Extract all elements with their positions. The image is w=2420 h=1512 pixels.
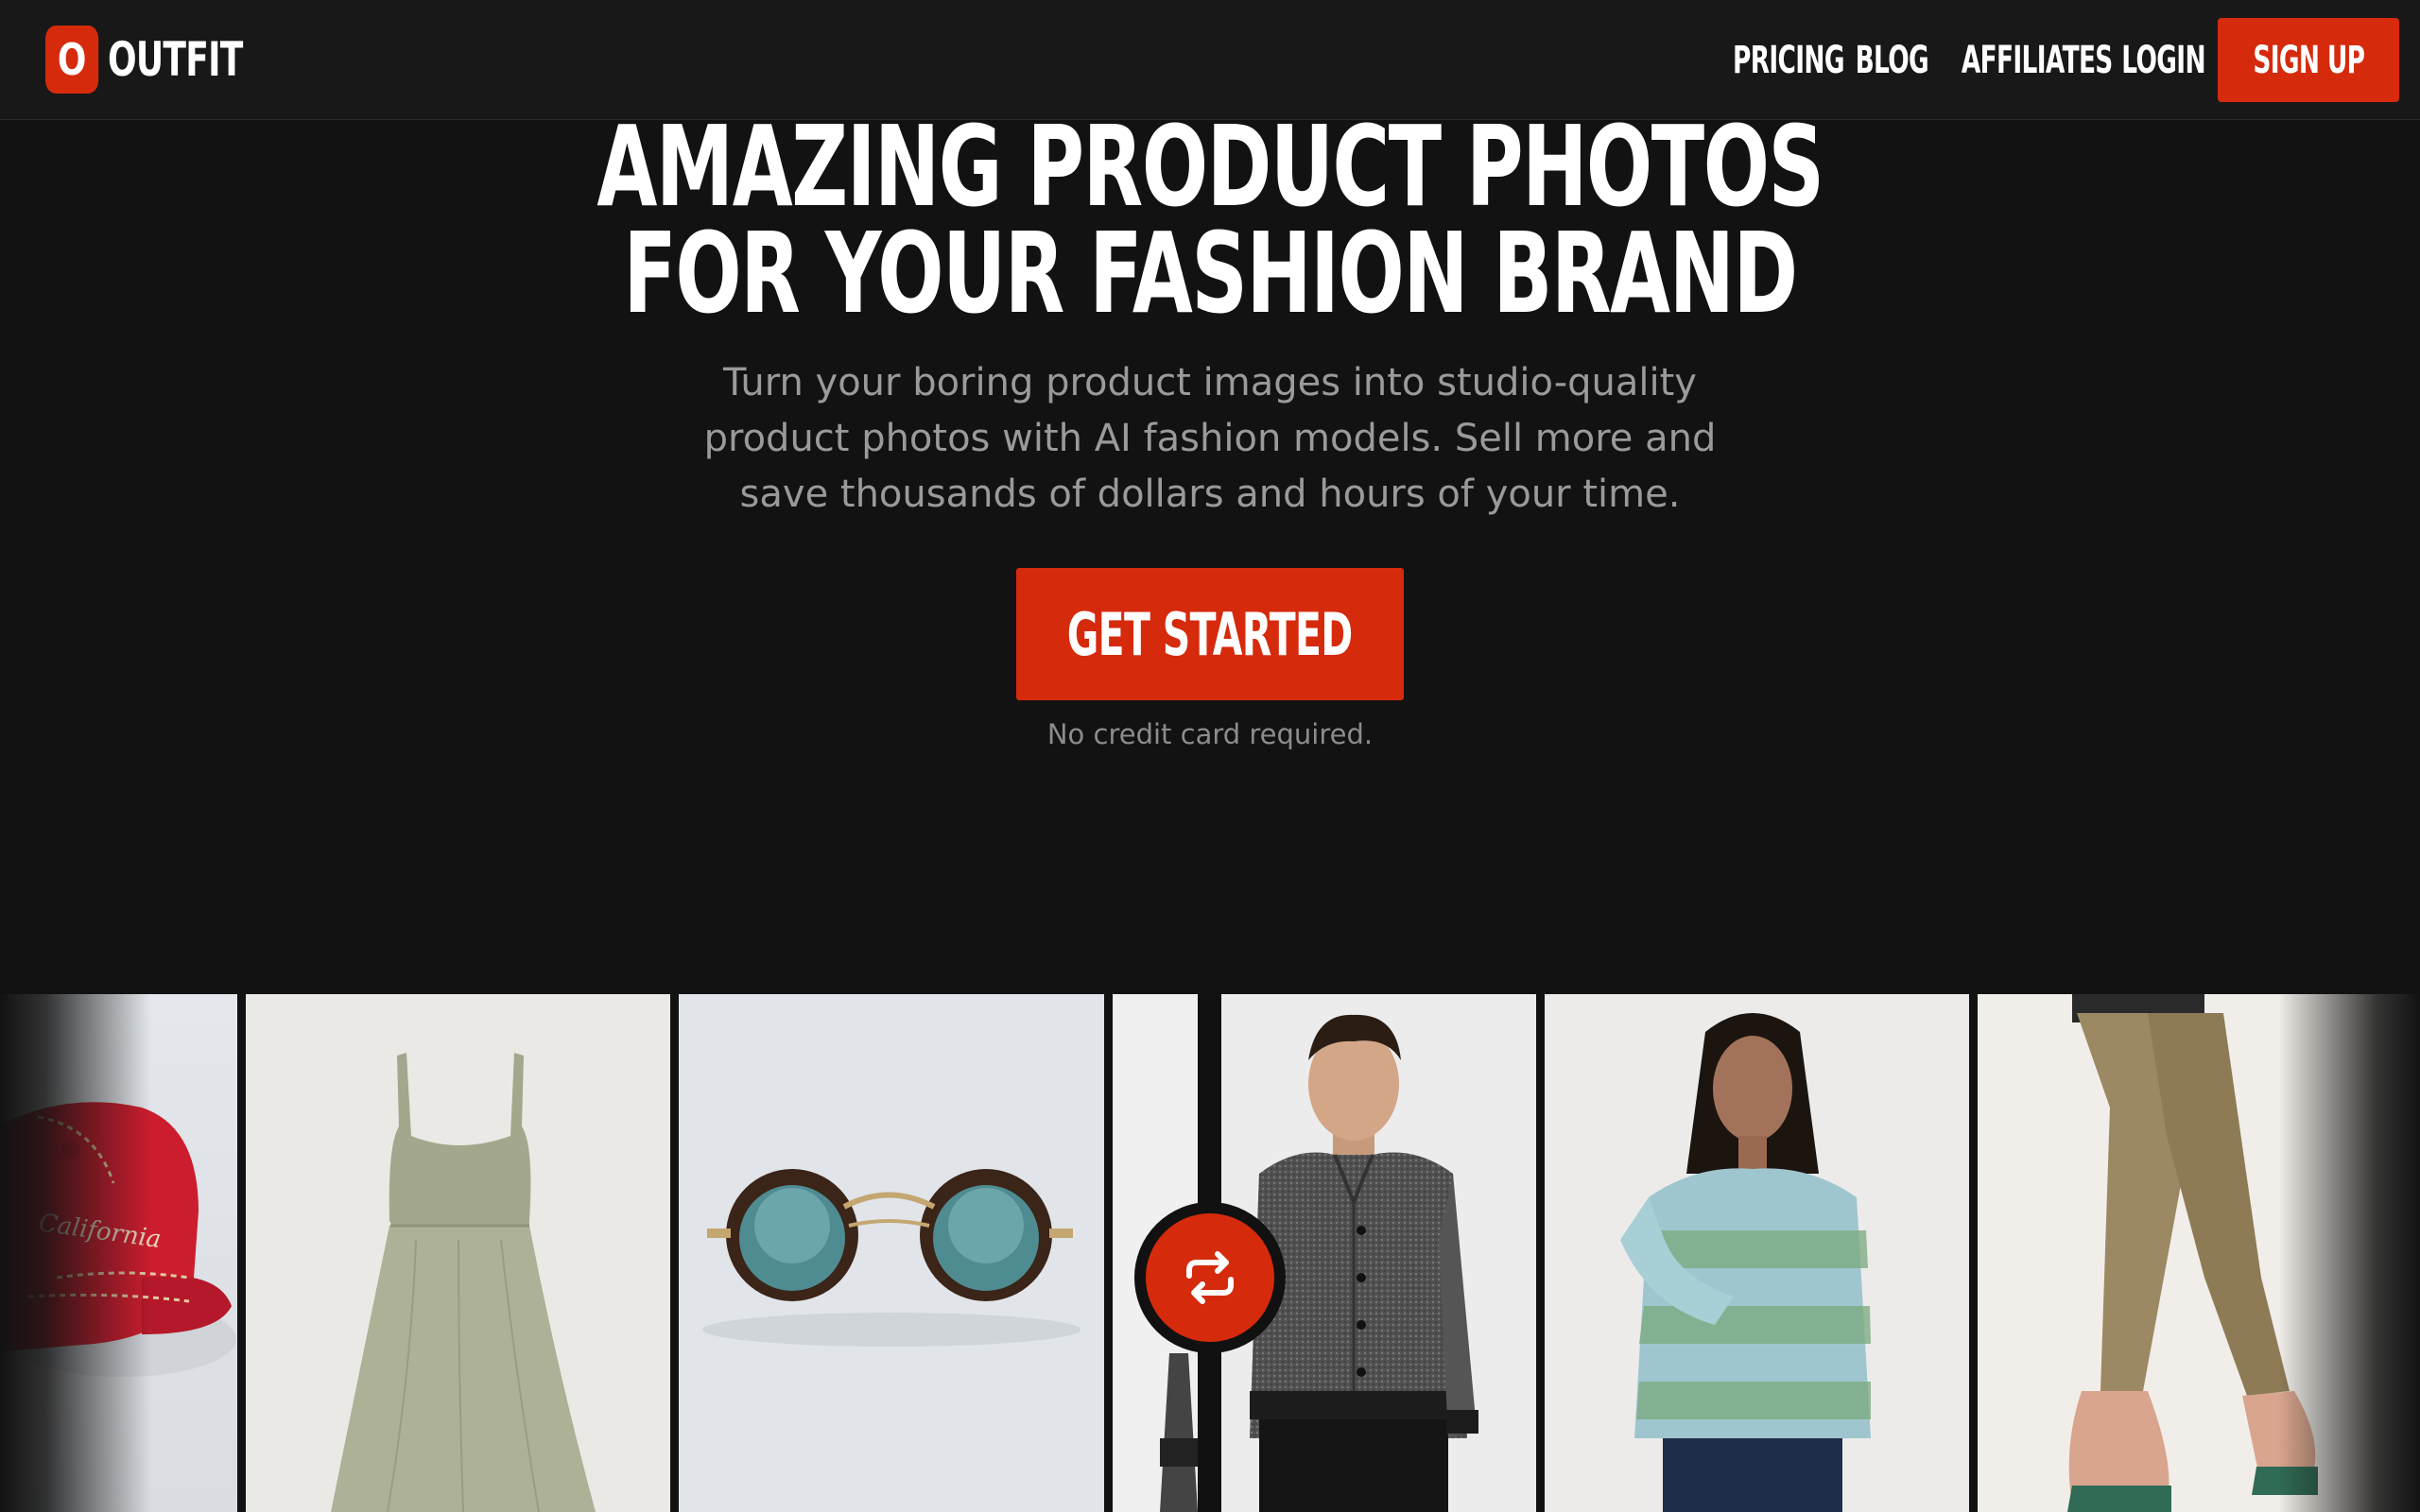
swap-arrows-icon: [1186, 1251, 1234, 1304]
hero-headline: AMAZING PRODUCT PHOTOS FOR YOUR FASHION …: [0, 101, 2420, 338]
hero-headline-line-2: FOR YOUR FASHION BRAND: [623, 208, 1798, 338]
logo-text: OUTFIT: [108, 32, 243, 87]
hero-subtitle-line-1: Turn your boring product images into stu…: [723, 361, 1697, 404]
hero-headline-line-1: AMAZING PRODUCT PHOTOS: [596, 101, 1824, 232]
nav-link-login[interactable]: LOGIN: [2121, 39, 2205, 82]
khaki-pants-sneakers-photo: [1978, 994, 2420, 1512]
main-nav: PRICING BLOG AFFILIATES LOGIN SIGN UP: [1715, 18, 2399, 102]
female-model-sweater-photo: [1545, 994, 1969, 1512]
nav-link-blog[interactable]: BLOG: [1856, 39, 1929, 82]
hero-subtitle-line-2: product photos with AI fashion models. S…: [703, 417, 1717, 460]
sage-dress-photo: [246, 994, 670, 1512]
swap-compare-button[interactable]: [1134, 1202, 1286, 1353]
no-credit-card-note: No credit card required.: [1046, 718, 1374, 750]
sunglasses-photo: [679, 994, 1104, 1512]
sign-up-button[interactable]: SIGN UP: [2218, 18, 2399, 102]
hero-subtitle: Turn your boring product images into stu…: [690, 355, 1730, 523]
red-cap-photo: California: [0, 994, 237, 1512]
nav-link-pricing[interactable]: PRICING: [1733, 39, 1844, 82]
nav-link-affiliates[interactable]: AFFILIATES: [1962, 39, 2113, 82]
logo[interactable]: O OUTFIT: [45, 25, 295, 94]
get-started-button[interactable]: GET STARTED: [1016, 568, 1404, 700]
logo-mark: O: [45, 26, 99, 94]
hero-subtitle-line-3: save thousands of dollars and hours of y…: [739, 472, 1681, 516]
